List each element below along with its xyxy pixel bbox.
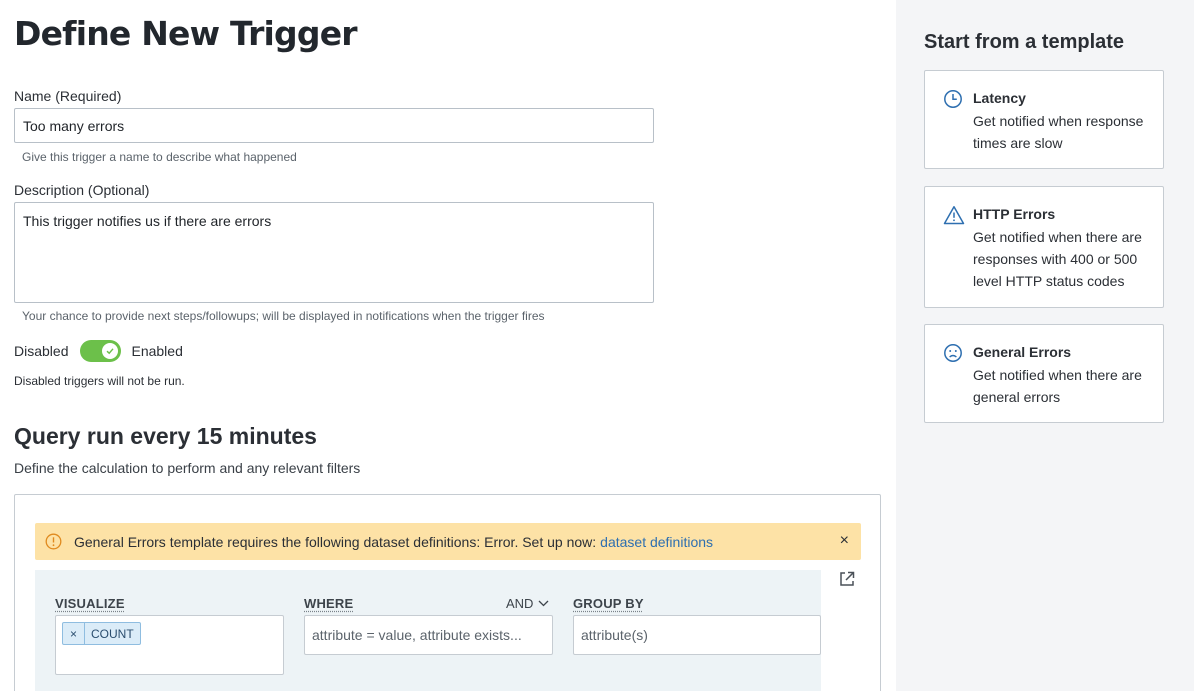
banner-close-icon[interactable]: ×: [840, 533, 849, 549]
operator-label: AND: [506, 596, 534, 611]
external-link-icon[interactable]: [838, 570, 856, 593]
main-panel: Define New Trigger Name (Required) Give …: [0, 0, 896, 691]
sidebar-title: Start from a template: [924, 31, 1125, 53]
warning-triangle-icon: [943, 205, 965, 230]
where-operator-select[interactable]: AND: [506, 596, 549, 611]
banner-text: General Errors template requires the fol…: [74, 533, 597, 550]
template-card-latency[interactable]: Latency Get notified when response times…: [924, 70, 1164, 169]
template-card-http-errors[interactable]: HTTP Errors Get notified when there are …: [924, 186, 1164, 308]
visualize-header[interactable]: VISUALIZE: [55, 596, 125, 611]
name-hint: Give this trigger a name to describe wha…: [22, 150, 297, 164]
template-title: Latency: [973, 90, 1026, 106]
description-hint: Your chance to provide next steps/follow…: [22, 309, 545, 323]
group-by-header[interactable]: GROUP BY: [573, 596, 644, 611]
toggle-note: Disabled triggers will not be run.: [14, 374, 185, 388]
chip-remove-icon[interactable]: ×: [63, 623, 85, 644]
sad-face-icon: [943, 343, 963, 368]
template-title: General Errors: [973, 344, 1072, 360]
dataset-definitions-link[interactable]: dataset definitions: [600, 534, 713, 550]
template-description: Get notified when there are responses wi…: [973, 229, 1142, 289]
query-builder-box: General Errors template requires the fol…: [14, 494, 881, 691]
query-section-subtitle: Define the calculation to perform and an…: [14, 460, 361, 476]
info-icon: [45, 533, 62, 550]
template-card-general-errors[interactable]: General Errors Get notified when there a…: [924, 324, 1164, 423]
name-label: Name (Required): [14, 88, 122, 104]
description-label: Description (Optional): [14, 182, 150, 198]
where-input[interactable]: [304, 615, 553, 655]
check-icon: [107, 348, 115, 355]
visualize-input[interactable]: × COUNT: [55, 615, 284, 675]
description-input[interactable]: This trigger notifies us if there are er…: [14, 202, 654, 303]
name-input[interactable]: [14, 108, 654, 143]
enabled-toggle-row: Disabled Enabled: [14, 340, 183, 362]
page-title: Define New Trigger: [14, 14, 358, 53]
group-by-input[interactable]: [573, 615, 821, 655]
template-description: Get notified when there are general erro…: [973, 367, 1142, 405]
where-header[interactable]: WHERE: [304, 596, 353, 611]
query-section-title: Query run every 15 minutes: [14, 423, 317, 449]
clock-icon: [943, 89, 963, 114]
template-sidebar: Start from a template Latency Get notifi…: [896, 0, 1194, 691]
visualize-chip[interactable]: × COUNT: [62, 622, 141, 645]
chevron-down-icon: [538, 600, 549, 607]
query-builder: VISUALIZE WHERE AND GROUP BY × COUNT: [35, 570, 821, 691]
enabled-toggle[interactable]: [80, 340, 122, 362]
toggle-on-label: Enabled: [131, 343, 183, 359]
template-description: Get notified when response times are slo…: [973, 113, 1144, 151]
template-title: HTTP Errors: [973, 206, 1056, 222]
warning-banner: General Errors template requires the fol…: [35, 523, 861, 560]
chip-label: COUNT: [91, 626, 134, 641]
toggle-knob: [102, 343, 119, 359]
toggle-off-label: Disabled: [14, 343, 69, 359]
